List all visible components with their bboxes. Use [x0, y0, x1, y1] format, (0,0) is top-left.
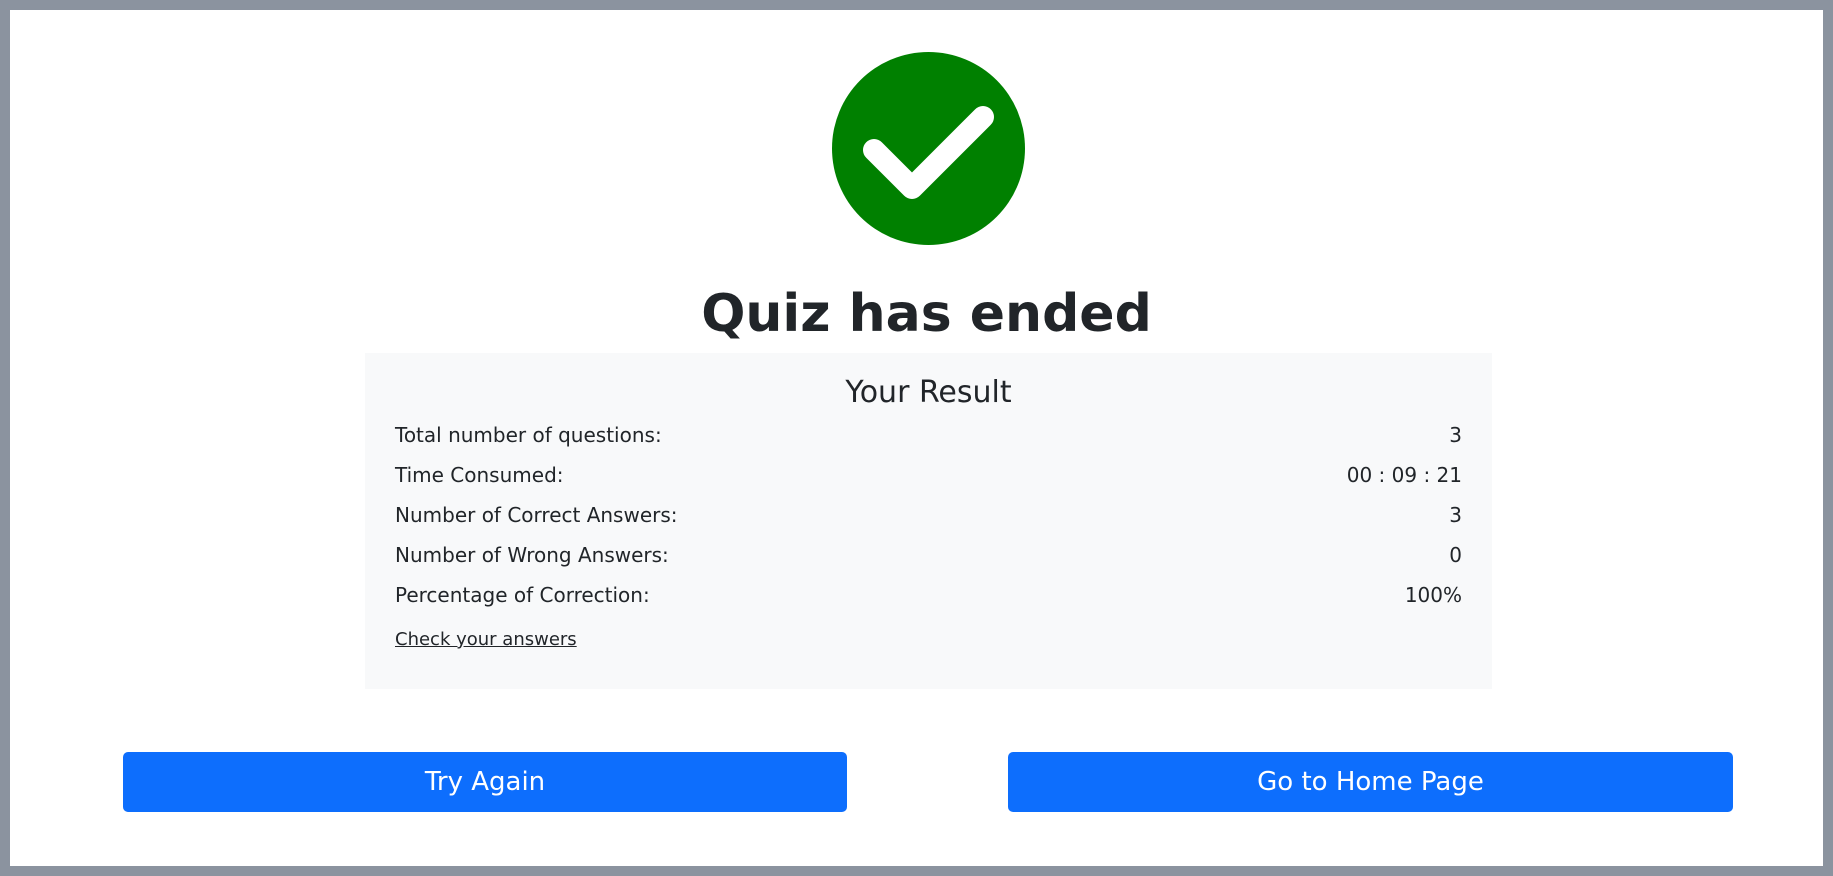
- result-row-percentage: Percentage of Correction: 100%: [395, 580, 1462, 610]
- result-panel: Your Result Total number of questions: 3…: [365, 353, 1492, 689]
- page-frame: Quiz has ended Your Result Total number …: [0, 0, 1833, 876]
- result-value: 0: [1449, 543, 1462, 567]
- result-value: 3: [1449, 423, 1462, 447]
- result-label: Total number of questions:: [395, 423, 662, 447]
- result-label: Number of Wrong Answers:: [395, 543, 669, 567]
- result-label: Time Consumed:: [395, 463, 564, 487]
- result-row-total-questions: Total number of questions: 3: [395, 420, 1462, 450]
- go-home-button[interactable]: Go to Home Page: [1008, 752, 1733, 812]
- check-circle-icon: [832, 52, 1025, 245]
- result-label: Number of Correct Answers:: [395, 503, 678, 527]
- result-value: 100%: [1404, 583, 1462, 607]
- result-row-wrong-answers: Number of Wrong Answers: 0: [395, 540, 1462, 570]
- result-heading: Your Result: [845, 375, 1012, 410]
- result-value: 00 : 09 : 21: [1346, 463, 1462, 487]
- check-answers-link[interactable]: Check your answers: [395, 626, 577, 654]
- result-row-correct-answers: Number of Correct Answers: 3: [395, 500, 1462, 530]
- page-title: Quiz has ended: [701, 284, 1152, 344]
- result-value: 3: [1449, 503, 1462, 527]
- result-row-time-consumed: Time Consumed: 00 : 09 : 21: [395, 460, 1462, 490]
- try-again-button[interactable]: Try Again: [123, 752, 847, 812]
- result-label: Percentage of Correction:: [395, 583, 650, 607]
